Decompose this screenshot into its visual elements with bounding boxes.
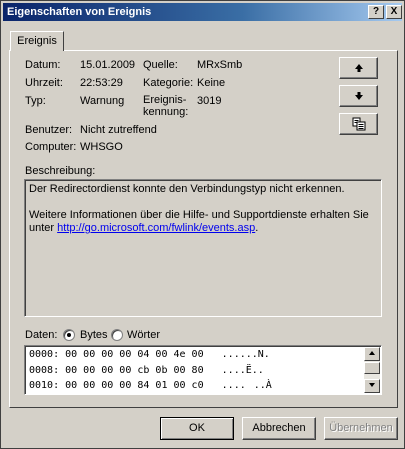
cancel-button[interactable]: Abbrechen [242, 417, 316, 440]
apply-button[interactable]: Übernehmen [324, 417, 398, 440]
type-value: Warnung [80, 95, 125, 107]
window-title: Eigenschaften von Ereignis [7, 6, 152, 18]
scroll-up-button[interactable] [364, 347, 380, 361]
category-value: Keine [197, 77, 226, 89]
computer-value: WHSGO [80, 141, 123, 153]
event-id-label-line2: kennung: [143, 106, 189, 118]
date-label: Datum: [25, 59, 61, 71]
tab-ereignis[interactable]: Ereignis [10, 31, 64, 51]
arrow-down-icon [354, 92, 363, 100]
copy-button[interactable] [339, 113, 378, 135]
tab-label: Ereignis [17, 35, 57, 47]
words-radio[interactable] [111, 329, 123, 341]
next-event-button[interactable] [339, 85, 378, 107]
description-line-3-suffix: . [255, 222, 259, 234]
help-link[interactable]: http://go.microsoft.com/fwlink/events.as… [57, 222, 255, 234]
time-value: 22:53:29 [80, 77, 123, 89]
description-line-3-prefix: unter [29, 222, 58, 234]
description-line-1: Der Redirectordienst konnte den Verbindu… [29, 183, 345, 195]
scroll-thumb[interactable] [364, 362, 380, 374]
arrow-up-icon [354, 64, 363, 72]
properties-dialog: Eigenschaften von Ereignis ? X Ereignis … [0, 0, 405, 449]
data-label: Daten: [25, 329, 58, 341]
description-line-3: unter http://go.microsoft.com/fwlink/eve… [29, 222, 377, 235]
scroll-down-button[interactable] [364, 379, 380, 393]
close-button[interactable]: X [386, 5, 402, 19]
previous-event-button[interactable] [339, 57, 378, 79]
description-text-area[interactable]: Der Redirectordienst konnte den Verbindu… [24, 179, 382, 317]
time-label: Uhrzeit: [25, 77, 63, 89]
hex-row: 0010: 00 00 00 00 84 01 00 c0 ......À [29, 380, 272, 391]
title-bar: Eigenschaften von Ereignis [3, 3, 402, 21]
bytes-radio[interactable] [63, 329, 75, 341]
computer-label: Computer: [25, 141, 77, 153]
description-label: Beschreibung: [25, 165, 96, 177]
category-label: Kategorie: [143, 77, 194, 89]
copy-icon [352, 117, 365, 131]
words-radio-label[interactable]: Wörter [127, 329, 160, 341]
bytes-radio-label[interactable]: Bytes [80, 329, 108, 341]
hex-row: 0008: 00 00 00 00 cb 0b 00 80 ....Ë.. [29, 365, 272, 376]
description-line-2: Weitere Informationen über die Hilfe- un… [29, 209, 369, 221]
hex-scrollbar[interactable] [364, 347, 380, 393]
event-id-value: 3019 [197, 95, 222, 107]
type-label: Typ: [25, 95, 46, 107]
scroll-down-arrow-icon [369, 383, 375, 387]
user-label: Benutzer: [25, 124, 73, 136]
hex-data-box[interactable]: 0000: 00 00 00 00 04 00 4e 00 ......N. 0… [24, 345, 382, 395]
scroll-up-arrow-icon [369, 351, 375, 355]
source-label: Quelle: [143, 59, 178, 71]
event-id-label-line1: Ereignis- [143, 94, 187, 106]
ok-button[interactable]: OK [160, 417, 234, 440]
hex-row: 0000: 00 00 00 00 04 00 4e 00 ......N. [29, 349, 270, 360]
user-value: Nicht zutreffend [80, 124, 157, 136]
date-value: 15.01.2009 [80, 59, 136, 71]
source-value: MRxSmb [197, 59, 243, 71]
help-button[interactable]: ? [368, 5, 384, 19]
